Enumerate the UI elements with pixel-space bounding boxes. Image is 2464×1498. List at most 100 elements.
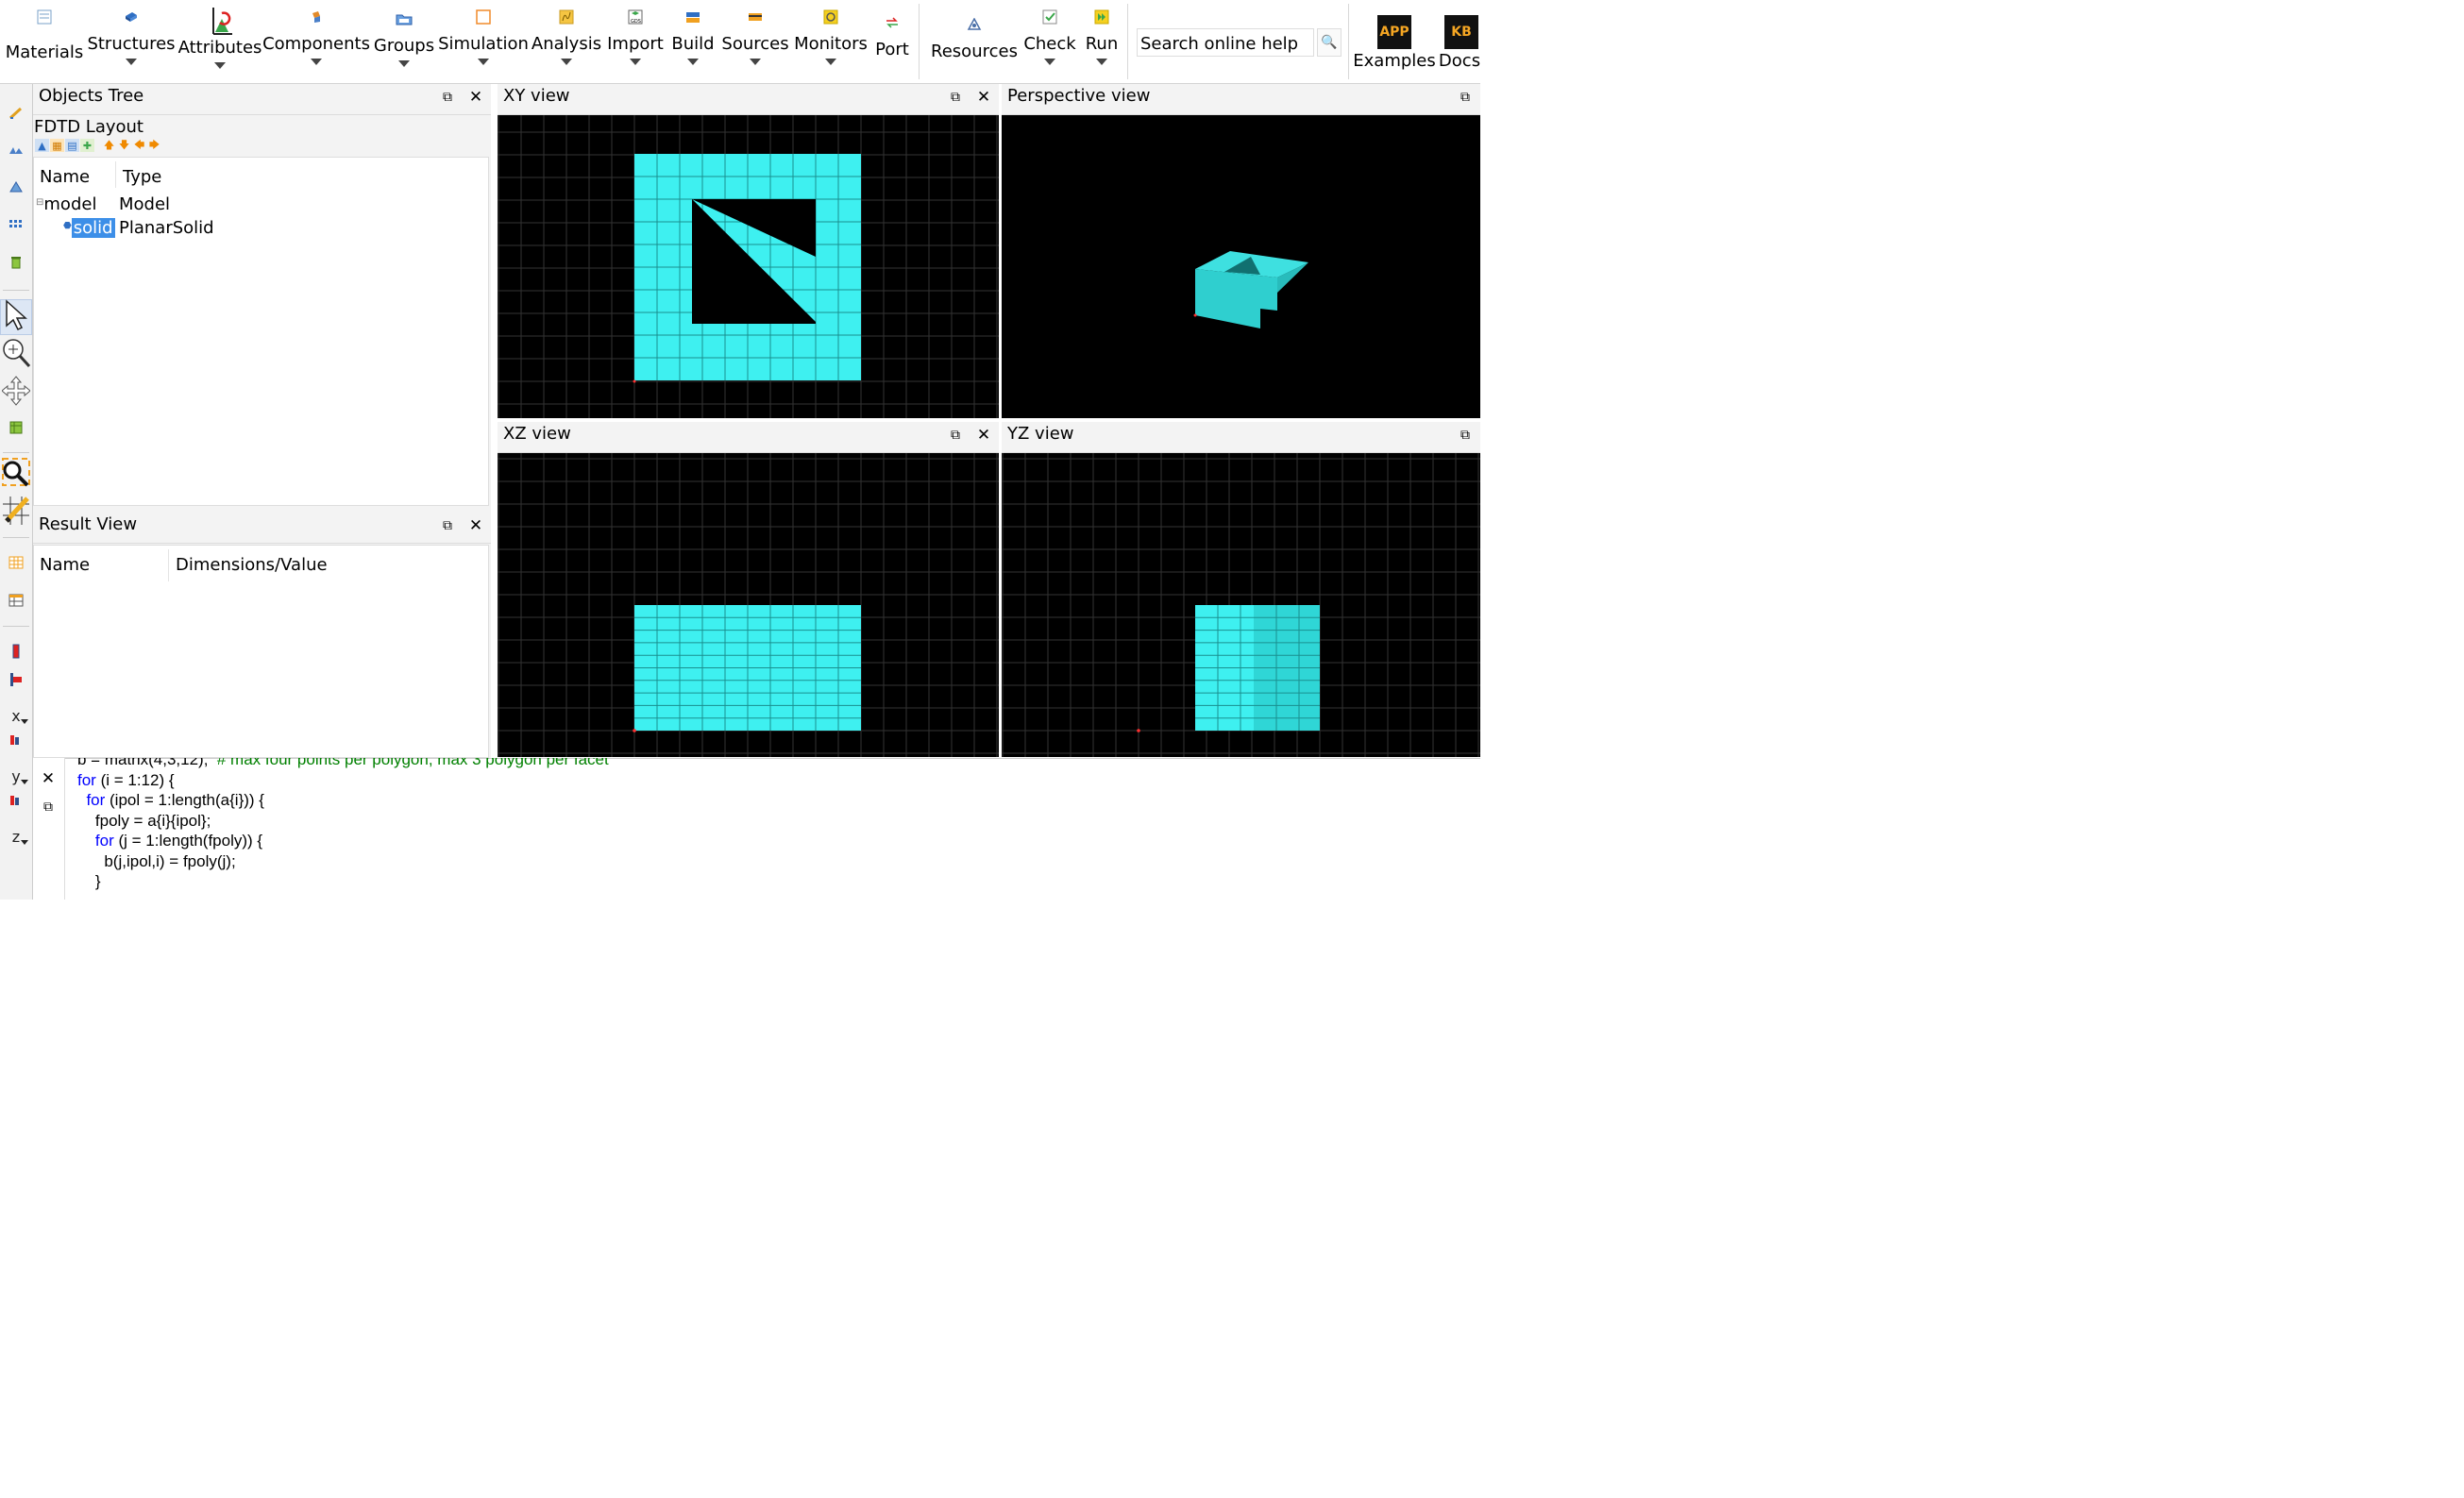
select-tool[interactable] xyxy=(0,299,32,335)
grid-edit-tool[interactable] xyxy=(0,496,32,530)
column-header-dimensions[interactable]: Dimensions/Value xyxy=(176,555,328,575)
check-button[interactable]: Check xyxy=(1023,0,1076,84)
solid-3d-object[interactable] xyxy=(1195,251,1308,328)
build-button[interactable]: Build xyxy=(670,0,716,84)
chevron-down-icon[interactable] xyxy=(825,59,836,65)
chevron-down-icon[interactable] xyxy=(126,59,137,65)
x-axis-selector[interactable]: x xyxy=(0,701,32,730)
resources-button[interactable]: Resources xyxy=(931,0,1018,84)
tree-row-model[interactable]: ⊟model xyxy=(36,194,96,214)
arrow-up-icon[interactable]: 🡅 xyxy=(102,139,116,152)
analysis-button[interactable]: Analysis xyxy=(532,0,601,84)
resources-label: Resources xyxy=(931,42,1018,61)
mountain-tool[interactable] xyxy=(0,141,32,161)
chevron-down-icon[interactable] xyxy=(21,719,28,724)
float-window-icon[interactable]: ⧉ xyxy=(948,428,963,443)
simulation-button[interactable]: Simulation xyxy=(438,0,529,84)
chevron-down-icon[interactable] xyxy=(398,60,410,67)
x-normal-tool[interactable] xyxy=(0,643,32,664)
port-button[interactable]: Port xyxy=(872,0,912,84)
float-window-icon[interactable]: ⧉ xyxy=(41,799,56,815)
close-icon[interactable]: ✕ xyxy=(41,769,56,788)
yz-view-canvas[interactable] xyxy=(1002,453,1480,757)
float-window-icon[interactable]: ⧉ xyxy=(440,90,455,105)
column-divider xyxy=(168,549,169,581)
tree-row-solid[interactable]: ⬣ solid xyxy=(63,218,115,238)
tree-grid-icon[interactable]: ▦ xyxy=(50,139,64,152)
solid-object[interactable] xyxy=(1195,605,1320,731)
arrow-left-icon[interactable]: 🡄 xyxy=(132,139,146,152)
arrow-right-icon[interactable]: 🡆 xyxy=(147,139,161,152)
attributes-button[interactable]: Attributes xyxy=(178,0,262,84)
close-icon[interactable]: ✕ xyxy=(976,88,991,107)
solid-object[interactable] xyxy=(634,154,861,380)
mesh-tool[interactable] xyxy=(0,554,32,575)
chevron-down-icon[interactable] xyxy=(561,59,572,65)
z-axis-selector[interactable]: z xyxy=(0,822,32,850)
column-header-name[interactable]: Name xyxy=(40,167,90,187)
import-button[interactable]: GDS Import xyxy=(606,0,665,84)
column-header-name[interactable]: Name xyxy=(40,555,90,575)
materials-button[interactable]: Materials xyxy=(6,0,83,84)
arrow-down-icon[interactable]: 🡇 xyxy=(117,139,131,152)
table-tool[interactable] xyxy=(0,592,32,613)
groups-label: Groups xyxy=(373,36,435,56)
chevron-down-icon[interactable] xyxy=(630,59,641,65)
float-window-icon[interactable]: ⧉ xyxy=(440,518,455,533)
chevron-down-icon[interactable] xyxy=(311,59,322,65)
surface-tool[interactable] xyxy=(0,178,32,199)
mesh-icon xyxy=(8,556,24,573)
close-icon[interactable]: ✕ xyxy=(976,426,991,445)
chevron-down-icon[interactable] xyxy=(21,780,28,784)
groups-button[interactable]: Groups xyxy=(374,0,434,84)
delete-tool[interactable] xyxy=(0,254,32,275)
y-plot-tool[interactable] xyxy=(0,792,32,813)
mountain-icon xyxy=(8,143,24,159)
chevron-down-icon[interactable] xyxy=(1096,59,1107,65)
tree-add-icon[interactable]: ✚ xyxy=(80,139,94,152)
tree-structure-icon[interactable]: ▲ xyxy=(35,139,49,152)
chevron-down-icon[interactable] xyxy=(21,840,28,845)
tree-filter-icon[interactable]: ▤ xyxy=(65,139,79,152)
xy-view-panel: XY view ⧉ ✕ xyxy=(498,84,999,418)
x-plot-tool[interactable] xyxy=(0,732,32,752)
attributes-icon xyxy=(206,6,234,36)
float-window-icon[interactable]: ⧉ xyxy=(1458,428,1473,443)
column-header-type[interactable]: Type xyxy=(123,167,161,187)
sources-button[interactable]: Sources xyxy=(721,0,789,84)
chevron-down-icon[interactable] xyxy=(1044,59,1055,65)
array-tool[interactable] xyxy=(0,216,32,237)
zoom-extent-tool[interactable] xyxy=(0,458,32,492)
tree-item-name: solid xyxy=(71,218,115,238)
run-button[interactable]: Run xyxy=(1082,0,1122,84)
float-window-icon[interactable]: ⧉ xyxy=(1458,90,1473,105)
xz-view-canvas[interactable] xyxy=(498,453,999,757)
y-axis-selector[interactable]: y xyxy=(0,762,32,790)
script-code-editor[interactable]: b = matrix(4,3,12); # max four points pe… xyxy=(77,758,1399,900)
chevron-down-icon[interactable] xyxy=(750,59,761,65)
code-line: for (i = 1:12) { xyxy=(77,770,1399,791)
search-input[interactable]: Search online help xyxy=(1137,28,1314,57)
monitors-button[interactable]: Monitors xyxy=(794,0,868,84)
close-icon[interactable]: ✕ xyxy=(468,516,483,535)
solid-object[interactable] xyxy=(634,605,861,731)
chevron-down-icon[interactable] xyxy=(478,59,489,65)
pan-tool[interactable] xyxy=(0,375,32,411)
examples-button[interactable]: Examples xyxy=(1353,0,1435,84)
search-button[interactable]: 🔍 xyxy=(1317,28,1342,57)
y-normal-tool[interactable] xyxy=(0,671,32,692)
structures-button[interactable]: Structures xyxy=(87,0,176,84)
chevron-down-icon[interactable] xyxy=(214,62,226,69)
xy-view-canvas[interactable] xyxy=(498,115,999,418)
ribbon-separator xyxy=(919,4,920,79)
perspective-view-canvas[interactable] xyxy=(1002,115,1480,418)
docs-button[interactable]: Docs xyxy=(1439,0,1480,84)
float-window-icon[interactable]: ⧉ xyxy=(948,90,963,105)
ruler-tool[interactable] xyxy=(0,419,32,440)
port-label: Port xyxy=(875,40,909,59)
components-button[interactable]: Components xyxy=(262,0,370,84)
zoom-tool[interactable] xyxy=(0,337,32,373)
close-icon[interactable]: ✕ xyxy=(468,88,483,107)
chevron-down-icon[interactable] xyxy=(687,59,699,65)
edit-tool[interactable] xyxy=(0,105,32,126)
